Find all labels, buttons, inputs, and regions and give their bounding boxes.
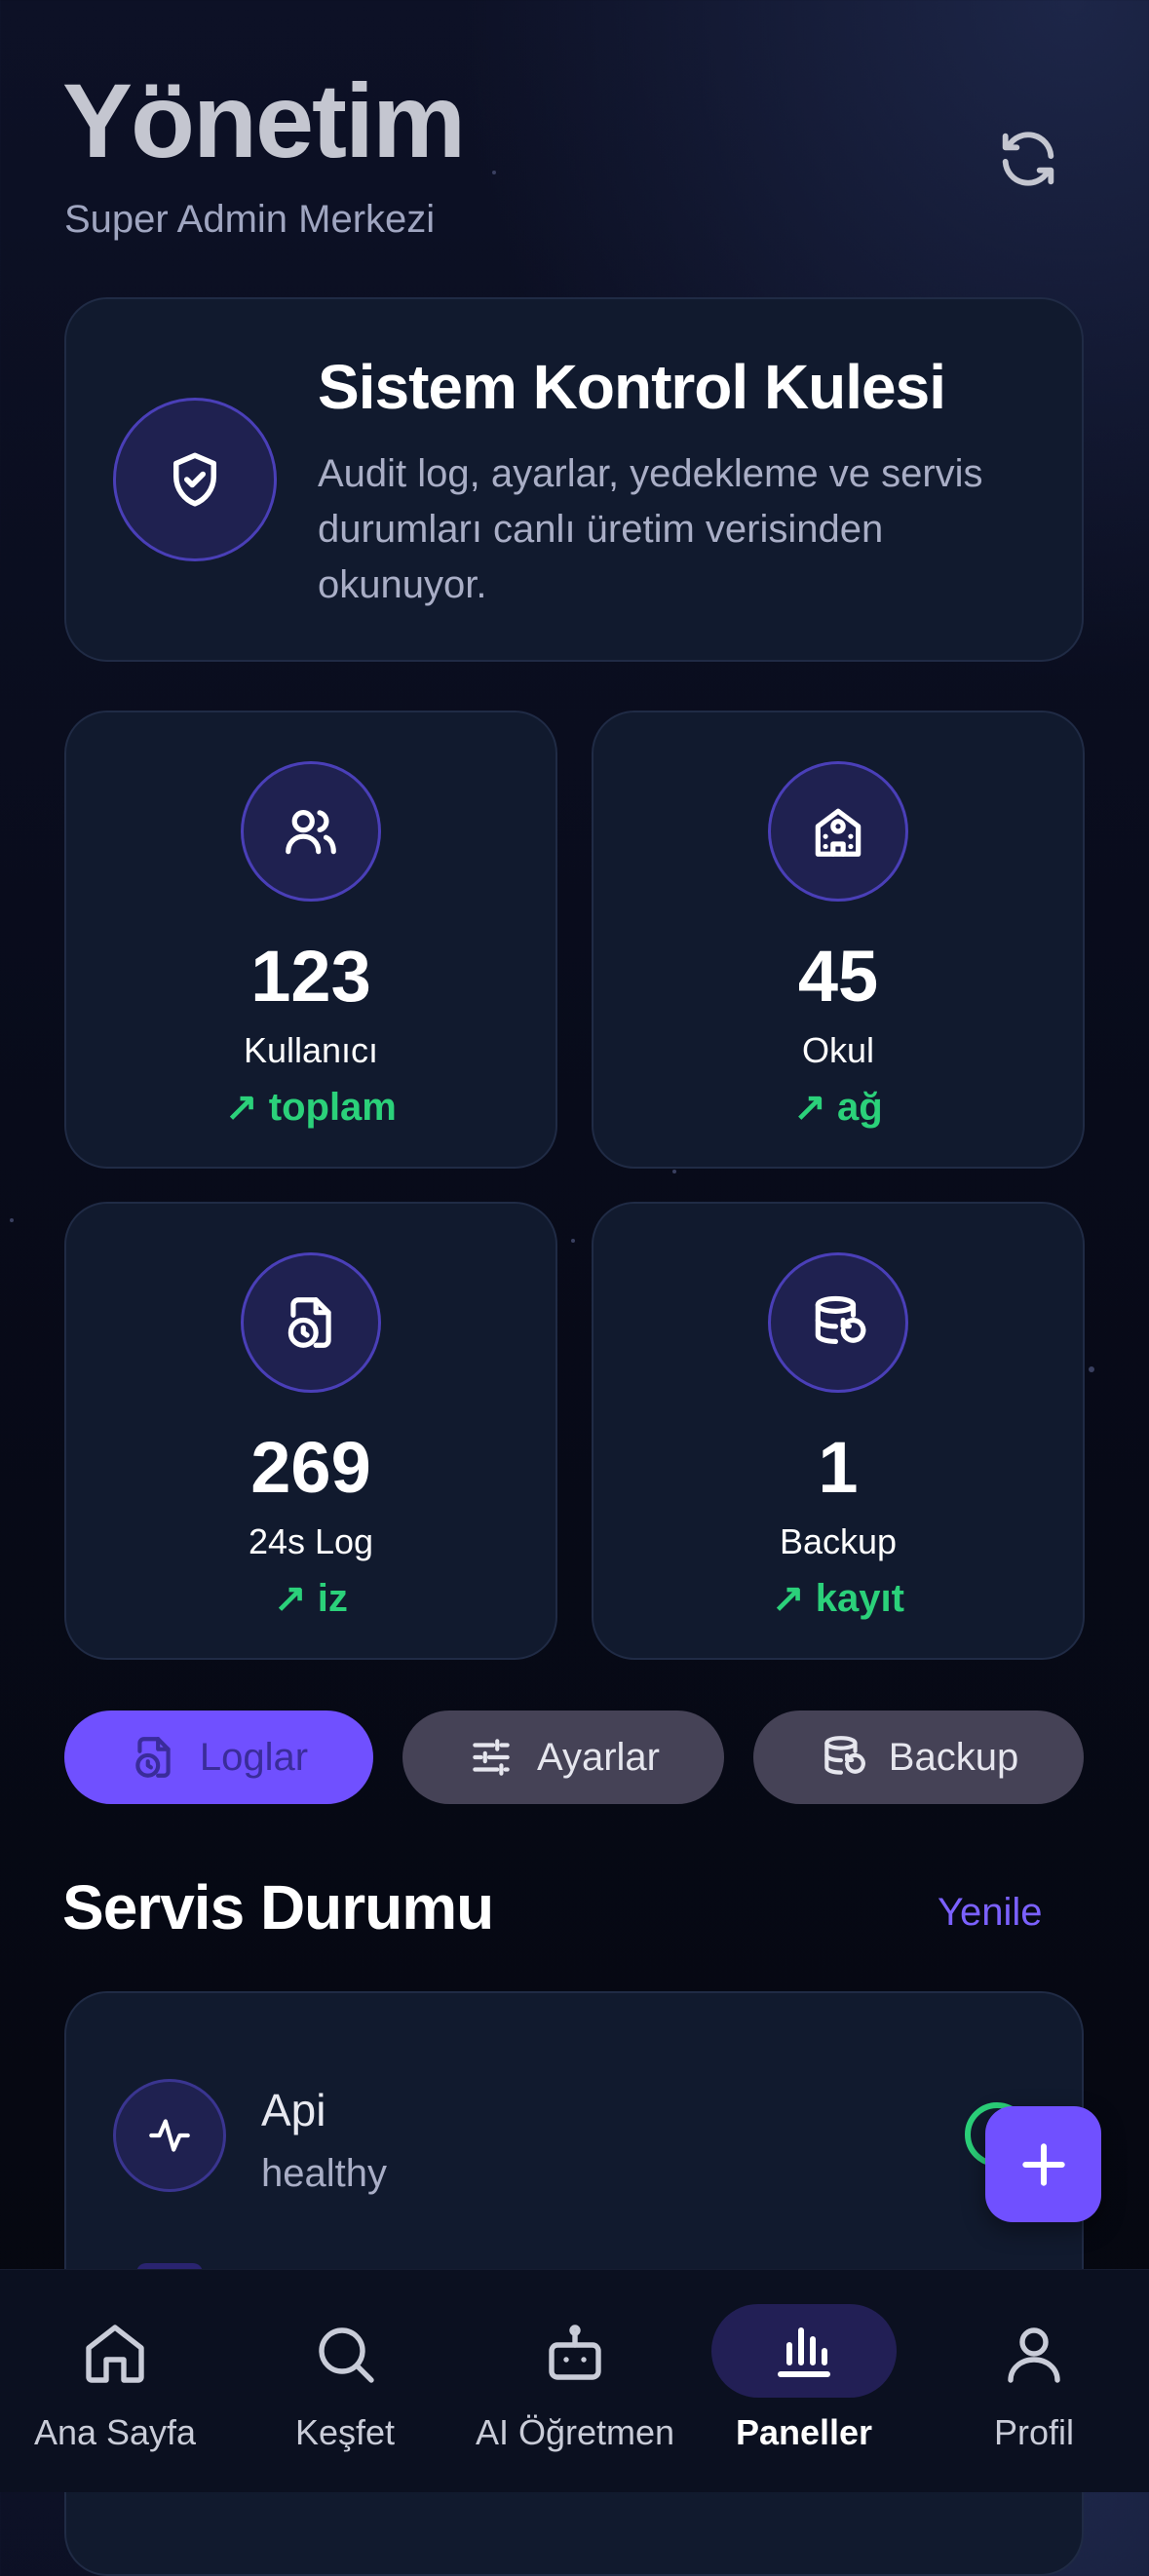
background-star: [10, 1218, 14, 1222]
user-icon: [1008, 2327, 1060, 2383]
hero-title: Sistem Kontrol Kulesi: [318, 352, 946, 422]
refresh-services-link[interactable]: Yenile: [938, 1891, 1043, 1935]
background-star: [672, 1170, 676, 1173]
stat-value: 269: [250, 1427, 371, 1508]
nav-label-profile[interactable]: Profil: [907, 2412, 1149, 2453]
service-icon-circle: [113, 2079, 226, 2192]
stat-icon-circle: [241, 761, 381, 902]
add-fab-button[interactable]: [985, 2106, 1101, 2222]
stat-icon-circle: [768, 1252, 908, 1393]
stat-label: 24s Log: [248, 1521, 374, 1561]
nav-label-panels[interactable]: Paneller: [677, 2412, 931, 2453]
background-star: [571, 1239, 575, 1243]
stat-card-users[interactable]: 123 Kullanıcı ↗ toplam: [64, 711, 557, 1169]
nav-item-profile[interactable]: [919, 2310, 1149, 2398]
nav-label-home[interactable]: Ana Sayfa: [0, 2412, 242, 2453]
school-icon: [815, 808, 862, 857]
nav-item-explore[interactable]: [230, 2310, 460, 2398]
bar-chart-icon: [778, 2327, 830, 2377]
service-name: Api: [261, 2085, 326, 2135]
database-restore-icon: [824, 1736, 865, 1775]
chip-backup[interactable]: Backup: [753, 1711, 1084, 1804]
stat-label: Backup: [779, 1521, 898, 1561]
shield-check-icon: [173, 452, 216, 507]
chip-label: Backup: [888, 1735, 1019, 1779]
sliders-icon: [473, 1739, 510, 1776]
stat-card-logs[interactable]: 269 24s Log ↗ iz: [64, 1202, 557, 1660]
file-clock-icon: [135, 1737, 171, 1778]
background-star: [492, 171, 496, 174]
home-icon: [86, 2325, 144, 2383]
stat-card-schools[interactable]: 45 Okul ↗ ağ: [592, 711, 1085, 1169]
chip-logs[interactable]: Loglar: [64, 1711, 373, 1804]
chip-settings[interactable]: Ayarlar: [402, 1711, 724, 1804]
search-icon: [319, 2327, 374, 2383]
hero-icon-circle: [113, 398, 277, 561]
stat-card-backup[interactable]: 1 Backup ↗ kayıt: [592, 1202, 1085, 1660]
nav-item-ai-teacher[interactable]: [460, 2310, 690, 2398]
refresh-icon: [1002, 132, 1054, 186]
nav-label-ai-teacher[interactable]: AI Öğretmen: [448, 2412, 702, 2453]
background-star: [1089, 1366, 1094, 1372]
stat-icon-circle: [768, 761, 908, 902]
database-restore-icon: [815, 1295, 866, 1344]
activity-icon: [149, 2119, 190, 2152]
stat-trend: ↗ ağ: [793, 1086, 883, 1129]
stat-trend: ↗ iz: [274, 1577, 348, 1620]
section-title: Servis Durumu: [62, 1872, 494, 1942]
chip-label: Ayarlar: [537, 1735, 660, 1779]
file-clock-icon: [287, 1297, 331, 1348]
stat-label: Okul: [801, 1030, 875, 1070]
stat-value: 123: [250, 936, 371, 1017]
hero-description: Audit log, ayarlar, yedekleme ve servis …: [318, 452, 983, 606]
stat-trend: ↗ kayıt: [772, 1577, 904, 1620]
page-title: Yönetim: [62, 61, 466, 179]
stat-value: 45: [797, 936, 879, 1017]
page-subtitle: Super Admin Merkezi: [64, 198, 436, 241]
refresh-button[interactable]: [984, 115, 1072, 203]
stat-label: Kullanıcı: [243, 1030, 379, 1070]
nav-label-explore[interactable]: Keşfet: [218, 2412, 472, 2453]
stat-trend: ↗ toplam: [225, 1086, 397, 1129]
stat-value: 1: [818, 1427, 859, 1508]
users-icon: [286, 810, 336, 855]
robot-icon: [549, 2325, 601, 2380]
service-status: healthy: [261, 2152, 387, 2195]
nav-item-panels[interactable]: [711, 2304, 897, 2398]
stat-icon-circle: [241, 1252, 381, 1393]
chip-label: Loglar: [199, 1735, 309, 1779]
nav-item-home[interactable]: [0, 2310, 230, 2398]
plus-icon: [1021, 2142, 1065, 2186]
